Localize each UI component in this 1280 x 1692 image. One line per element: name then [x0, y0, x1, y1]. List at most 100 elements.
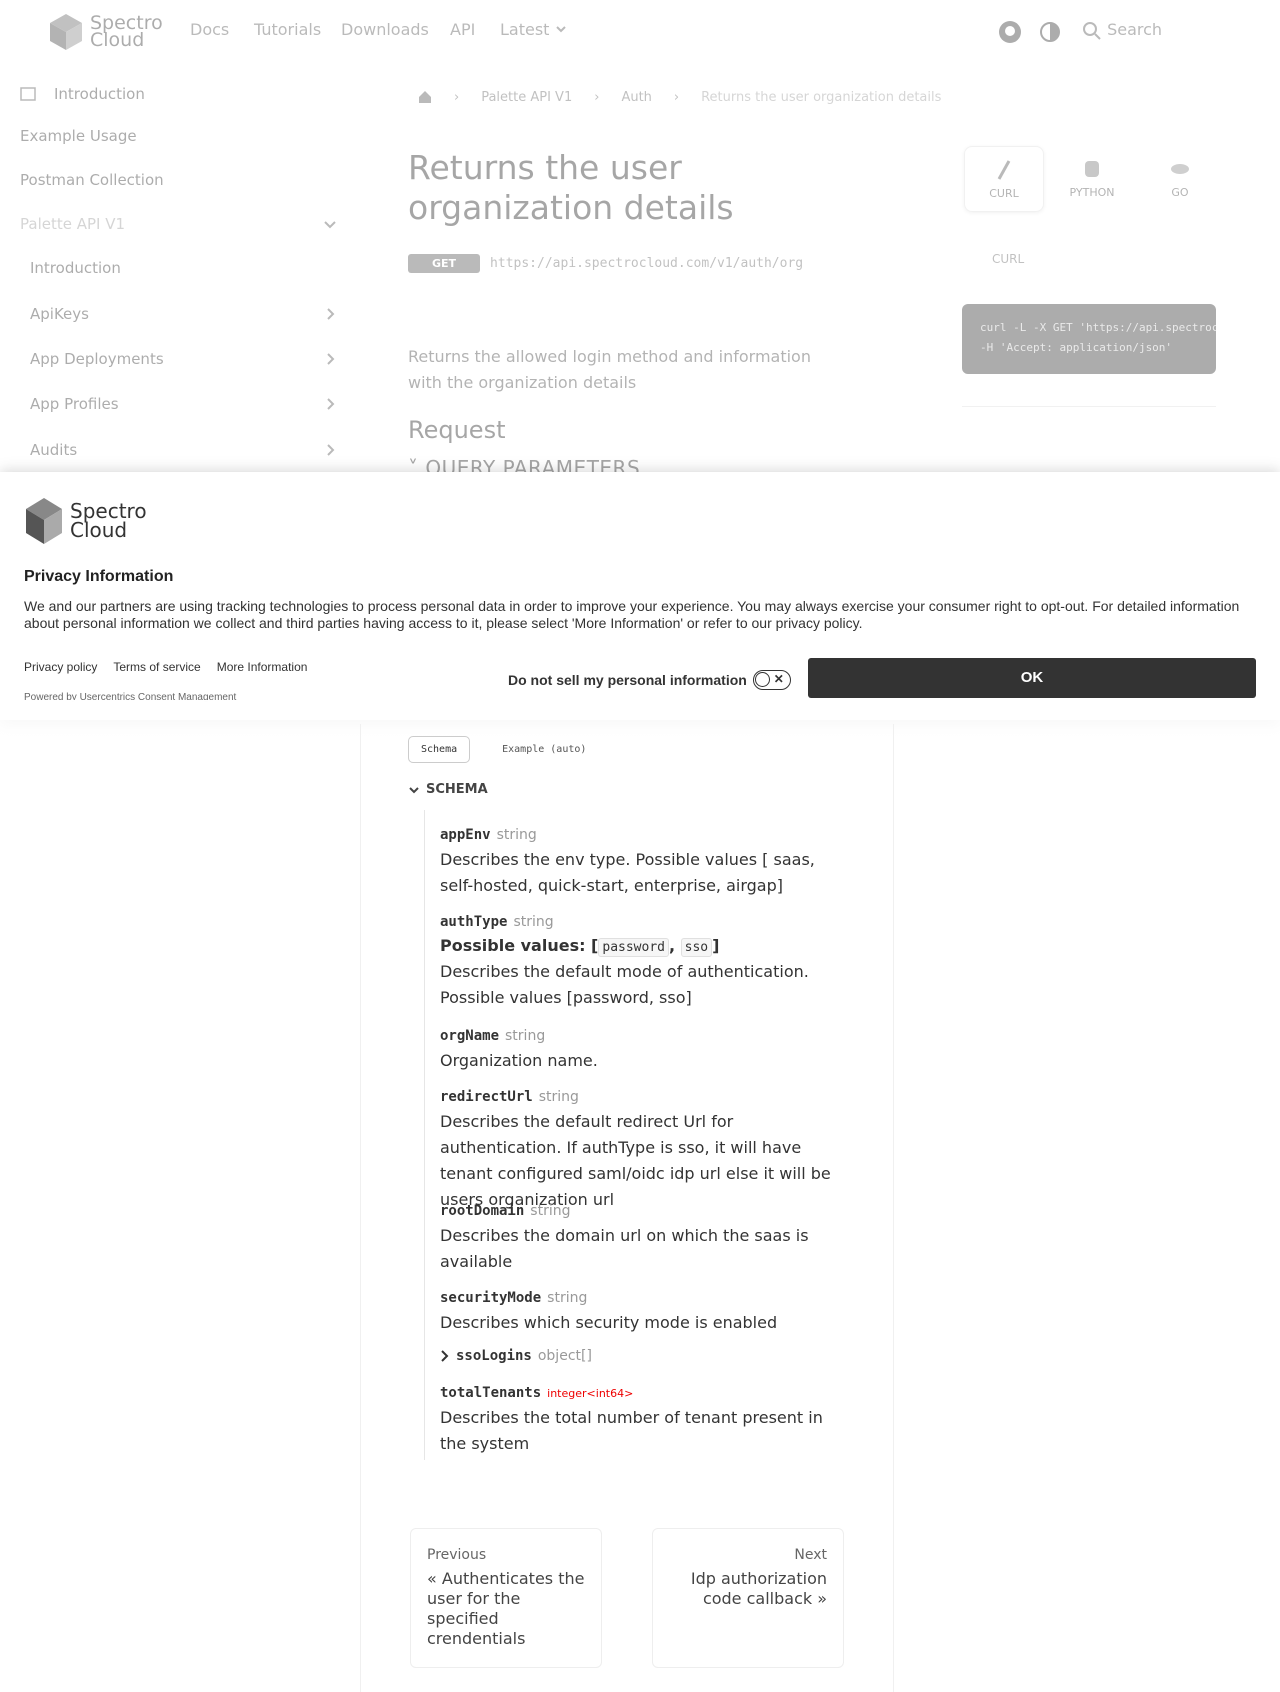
version-label: Latest	[500, 20, 550, 39]
endpoint-url: https://api.spectrocloud.com/v1/auth/org	[490, 255, 804, 271]
chevron-right-icon	[441, 1350, 449, 1362]
curl-icon	[997, 160, 1011, 180]
language-tabs: CURL PYTHON GO	[964, 146, 1224, 216]
property-format: <int64>	[586, 1387, 634, 1400]
home-icon[interactable]	[418, 90, 432, 104]
value-chip: password	[598, 938, 669, 957]
nav-api[interactable]: API	[450, 20, 475, 39]
method-badge: GET	[408, 253, 481, 273]
tab-example[interactable]: Example (auto)	[490, 737, 598, 762]
schema-toggle[interactable]: SCHEMA	[408, 782, 488, 797]
nav-docs[interactable]: Docs	[190, 20, 229, 39]
sidebar-item-label: ApiKeys	[30, 305, 89, 323]
navbar: Spectro Cloud Docs Tutorials Downloads A…	[0, 0, 1280, 64]
sidebar-item-palette-api[interactable]: Palette API V1	[20, 204, 342, 244]
nav-tutorials[interactable]: Tutorials	[254, 20, 321, 39]
sidebar-item-label: App Profiles	[30, 395, 119, 413]
consent-links: Privacy policy Terms of service More Inf…	[24, 660, 307, 674]
tab-python[interactable]: PYTHON	[1052, 146, 1132, 212]
brand-logo[interactable]: Spectro Cloud	[48, 12, 163, 52]
sidebar-item-example-usage[interactable]: Example Usage	[20, 116, 342, 156]
sidebar-item-introduction-top[interactable]: Introduction	[20, 74, 342, 114]
property-type: string	[513, 914, 554, 930]
sidebar-item-audits[interactable]: Audits	[30, 430, 342, 470]
sidebar-item-label: Example Usage	[20, 127, 137, 145]
chevron-right-icon	[327, 308, 335, 320]
property-type: object[]	[537, 1348, 592, 1364]
sidebar-item-apikeys[interactable]: ApiKeys	[30, 294, 342, 334]
tab-schema[interactable]: Schema	[408, 736, 471, 763]
privacy-policy-link[interactable]: Privacy policy	[24, 660, 97, 674]
property-name: redirectUrl	[440, 1089, 533, 1105]
breadcrumb: › Palette API V1 › Auth › Returns the us…	[418, 86, 941, 108]
code-sample[interactable]: curl -L -X GET 'https://api.spectroc -H …	[962, 304, 1216, 374]
page: Spectro Cloud Docs Tutorials Downloads A…	[0, 0, 1280, 1692]
property-type: string	[547, 1290, 588, 1306]
sidebar-item-label: Postman Collection	[20, 171, 164, 189]
do-not-sell-label: Do not sell my personal information	[508, 672, 747, 688]
breadcrumb-palette-api[interactable]: Palette API V1	[481, 90, 572, 105]
more-information-link[interactable]: More Information	[217, 660, 308, 674]
nav-version-dropdown[interactable]: Latest	[500, 20, 567, 39]
property-authType: authType string Possible values: [passwor…	[440, 911, 850, 1011]
property-name: totalTenants	[440, 1385, 542, 1401]
possible-values-label: Possible values:	[440, 936, 586, 955]
cube-logo-icon	[50, 14, 82, 50]
endpoint-bar: GET https://api.spectrocloud.com/v1/auth…	[408, 248, 848, 278]
property-description: Describes which security mode is enabled	[440, 1313, 778, 1332]
tab-go[interactable]: GO	[1140, 146, 1220, 212]
property-description: Describes the domain url on which the sa…	[440, 1226, 809, 1271]
property-type: string	[530, 1203, 571, 1219]
chevron-right-icon	[327, 353, 335, 365]
sidebar-item-introduction[interactable]: Introduction	[30, 248, 342, 288]
search-button[interactable]: Search	[1082, 20, 1162, 41]
chevron-right-icon	[327, 398, 335, 410]
theme-toggle-icon[interactable]	[1038, 20, 1062, 44]
sidebar-item-label: App Deployments	[30, 350, 164, 368]
chevron-down-icon	[555, 26, 566, 33]
property-description: Describes the default mode of authentica…	[440, 962, 809, 1007]
sidebar-item-app-deployments[interactable]: App Deployments	[30, 339, 342, 379]
breadcrumb-auth[interactable]: Auth	[621, 90, 651, 105]
response-tabs: Schema Example (auto)	[408, 736, 598, 763]
property-description: Describes the total number of tenant pre…	[440, 1408, 823, 1453]
property-orgName: orgName string Organization name.	[440, 1025, 850, 1074]
brand-name-line2: Cloud	[90, 29, 145, 51]
possible-values: Possible values: [password, sso]	[440, 936, 720, 957]
ok-button[interactable]: OK	[808, 658, 1256, 698]
schema-tree-line	[424, 810, 425, 1460]
do-not-sell-row: Do not sell my personal information ✕	[508, 670, 791, 690]
toggle-knob	[754, 672, 770, 687]
page-title: Returns the user organization details	[408, 148, 734, 227]
sidebar-item-postman[interactable]: Postman Collection	[20, 160, 342, 200]
consent-logo-line2: Cloud	[70, 518, 128, 542]
book-icon	[20, 87, 36, 101]
property-type: integer	[547, 1387, 587, 1400]
property-appEnv: appEnv string Describes the env type. Pos…	[440, 824, 850, 899]
value-chip: sso	[680, 938, 713, 957]
breadcrumb-current: Returns the user organization details	[701, 89, 942, 105]
tab-curl[interactable]: CURL	[964, 146, 1044, 212]
code-language-label: CURL	[992, 252, 1025, 266]
sidebar-item-label: Introduction	[30, 259, 121, 277]
sidebar-item-app-profiles[interactable]: App Profiles	[30, 384, 342, 424]
do-not-sell-toggle[interactable]: ✕	[752, 670, 791, 690]
property-name: orgName	[440, 1028, 500, 1044]
next-title: Idp authorization code callback »	[690, 1569, 827, 1608]
next-page-link[interactable]: Next Idp authorization code callback »	[652, 1528, 844, 1668]
github-icon[interactable]	[998, 20, 1022, 44]
property-description: Describes the default redirect Url for a…	[440, 1112, 831, 1209]
request-heading: Request	[408, 416, 506, 444]
chevron-down-icon	[324, 221, 336, 229]
close-icon: ✕	[773, 672, 784, 686]
nav-downloads[interactable]: Downloads	[341, 20, 429, 39]
property-description: Organization name.	[440, 1051, 598, 1070]
divider	[962, 406, 1216, 407]
previous-page-link[interactable]: Previous « Authenticates the user for th…	[410, 1528, 602, 1668]
search-icon	[1083, 21, 1101, 40]
property-name: rootDomain	[440, 1203, 525, 1219]
property-ssoLogins[interactable]: ssoLogins object[]	[440, 1348, 850, 1364]
terms-of-service-link[interactable]: Terms of service	[113, 660, 200, 674]
previous-title: « Authenticates the user for the specifi…	[427, 1569, 585, 1648]
property-name: authType	[440, 914, 508, 930]
